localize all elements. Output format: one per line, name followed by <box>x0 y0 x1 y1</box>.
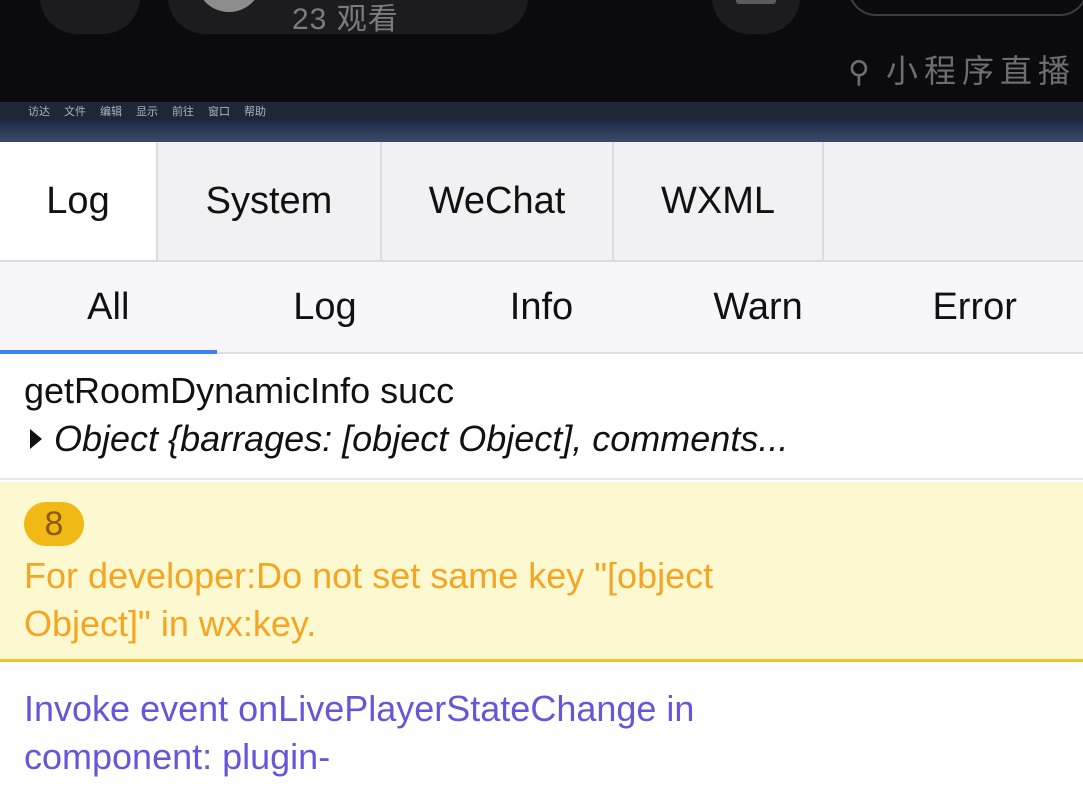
viewer-count: 23 观看 <box>292 3 399 36</box>
menu-item-window[interactable]: 窗口 <box>208 103 230 119</box>
tab-wxml[interactable]: WXML <box>614 142 824 260</box>
overlay-button-left[interactable] <box>40 0 140 34</box>
filter-log[interactable]: Log <box>217 262 434 352</box>
menu-item-file[interactable]: 文件 <box>64 103 86 119</box>
info-entry: Invoke event onLivePlayerStateChange in … <box>0 665 1083 787</box>
filter-warn[interactable]: Warn <box>650 262 867 352</box>
link-icon: ⚲ <box>848 56 876 89</box>
console-tabs: Log System WeChat WXML <box>0 142 1083 262</box>
tab-wechat[interactable]: WeChat <box>382 142 614 260</box>
mini-program-live-label: ⚲ 小程序直播 <box>848 46 1076 92</box>
warn-entry: 8 For developer:Do not set same key "[ob… <box>0 482 1083 662</box>
info-message: Invoke event onLivePlayerStateChange in … <box>24 688 695 777</box>
mac-menubar: 访达 文件 编辑 显示 前往 窗口 帮助 <box>0 102 1083 142</box>
filter-error[interactable]: Error <box>866 262 1083 352</box>
menubar-row: 访达 文件 编辑 显示 前往 窗口 帮助 <box>0 102 1083 120</box>
filter-all[interactable]: All <box>0 262 217 354</box>
menu-item-help[interactable]: 帮助 <box>244 103 266 119</box>
log-entry: getRoomDynamicInfo succ Object {barrages… <box>0 356 1083 480</box>
mini-program-live-text: 小程序直播 <box>885 53 1076 89</box>
menu-item-go[interactable]: 前往 <box>172 103 194 119</box>
follow-button[interactable] <box>848 0 1083 16</box>
filter-info[interactable]: Info <box>433 262 650 352</box>
object-preview-text: Object {barrages: [object Object], comme… <box>54 418 789 459</box>
live-stream-overlay: 23 观看 ⚲ 小程序直播 <box>0 0 1083 102</box>
log-level-filters: All Log Info Warn Error <box>0 262 1083 354</box>
tab-log[interactable]: Log <box>0 142 158 260</box>
expand-caret-icon[interactable] <box>30 429 42 449</box>
tab-empty-space <box>824 142 1083 260</box>
overlay-button-right[interactable] <box>712 0 800 34</box>
menu-item-view[interactable]: 显示 <box>136 103 158 119</box>
menu-item-finder[interactable]: 访达 <box>28 103 50 119</box>
object-preview[interactable]: Object {barrages: [object Object], comme… <box>30 418 788 460</box>
repeat-count-badge: 8 <box>24 502 84 546</box>
share-icon <box>736 0 776 4</box>
tab-system[interactable]: System <box>158 142 382 260</box>
log-entry-title: getRoomDynamicInfo succ <box>24 370 455 411</box>
warn-message: For developer:Do not set same key "[obje… <box>24 555 714 644</box>
menu-item-edit[interactable]: 编辑 <box>100 103 122 119</box>
